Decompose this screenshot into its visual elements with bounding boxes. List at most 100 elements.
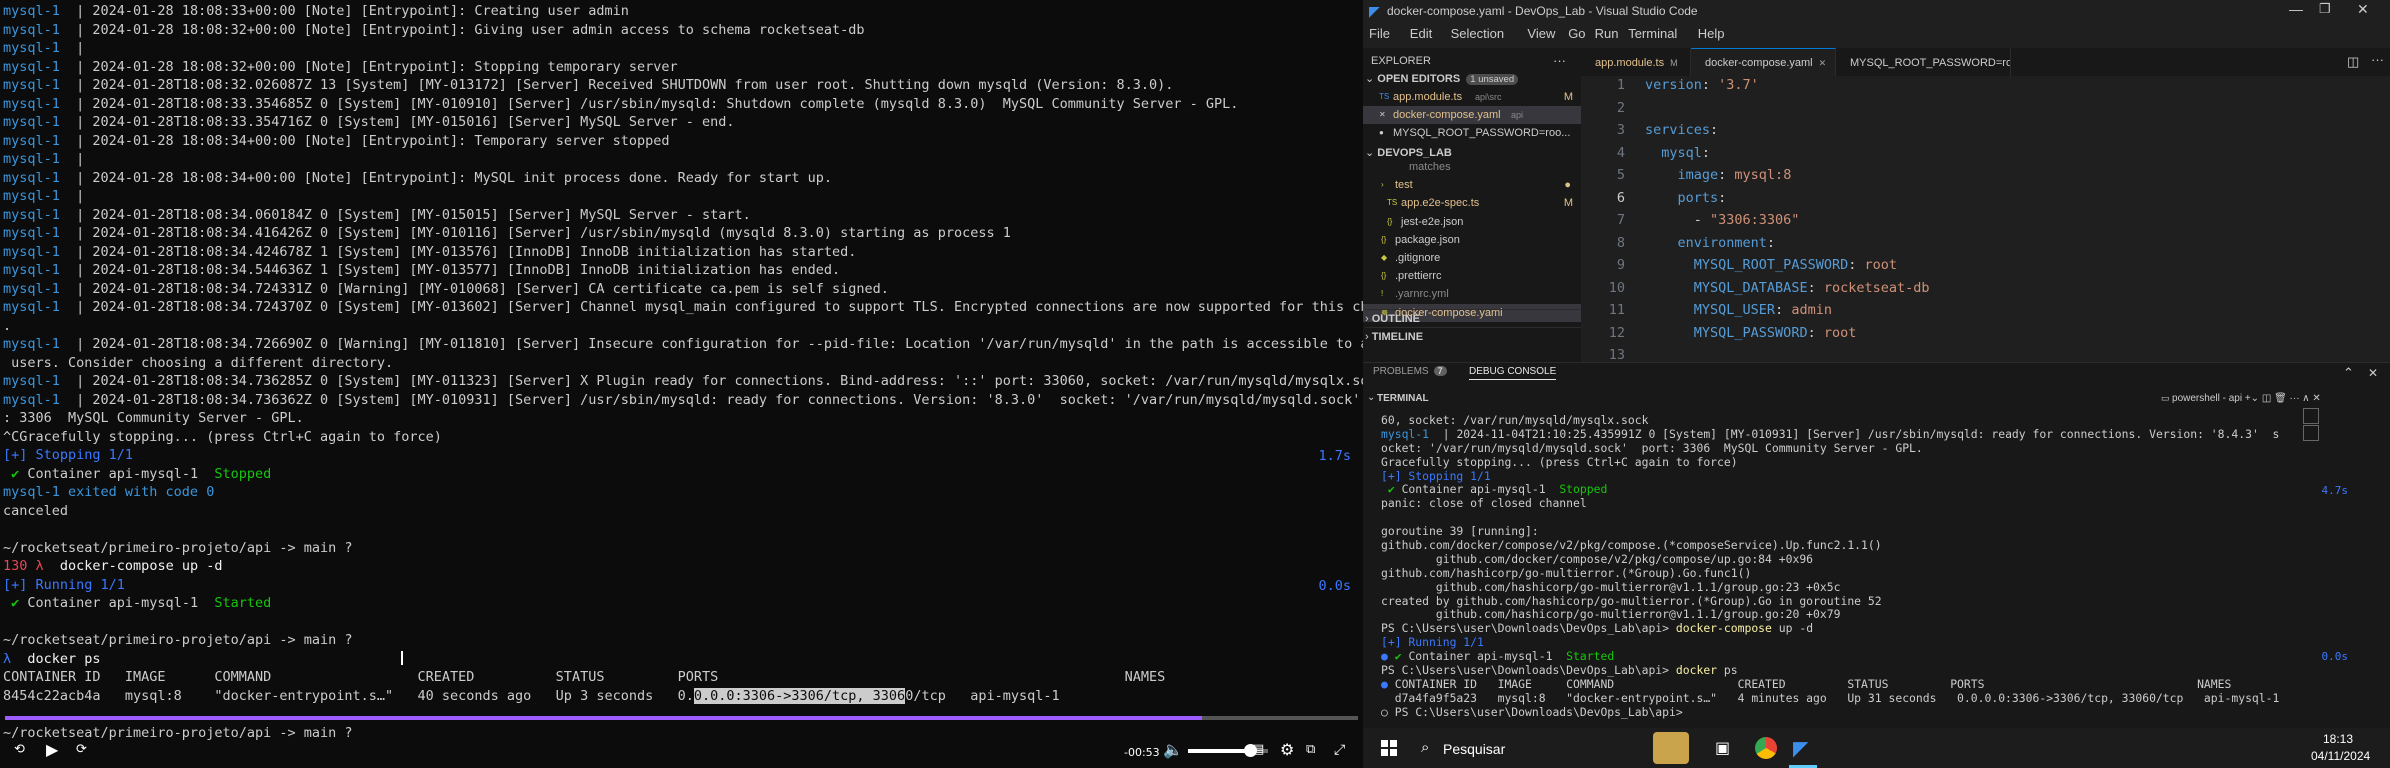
text-segment: github.com/hashicorp/go-multierror.(*Gro…	[1381, 565, 1752, 580]
text-segment: mysql-1	[3, 114, 77, 130]
explorer-title: EXPLORER	[1371, 55, 1431, 67]
pip-icon[interactable]: ⧉	[1306, 740, 1315, 760]
menu-item-go[interactable]: Go	[1568, 26, 1585, 41]
search-highlight-image[interactable]	[1653, 732, 1689, 764]
text-segment: mysql-1	[3, 40, 77, 56]
terminal-line: github.com/hashicorp/go-multierror@v1.1.…	[1381, 580, 2381, 595]
terminal-line: mysql-1 | 2024-01-28T18:08:34.726690Z 0 …	[3, 335, 1363, 354]
terminal-header: ⌄ TERMINAL ▭ powershell - api +⌄ ◫ 🗑 ···…	[1363, 389, 2390, 407]
panel-tab[interactable]: DEBUG CONSOLE	[1469, 366, 1557, 380]
tree-item[interactable]: matches	[1363, 158, 1581, 176]
text-segment: Gracefully stopping... (press Ctrl+C aga…	[1381, 454, 1738, 469]
code-text: - "3306:3306"	[1645, 209, 1800, 232]
text-segment	[1645, 145, 1661, 161]
tree-item[interactable]: {} jest-e2e.json	[1363, 213, 1581, 231]
timeline-header[interactable]: › TIMELINE	[1365, 327, 1581, 346]
settings-icon[interactable]: ⚙	[1280, 740, 1294, 760]
file-icon: ›	[1381, 180, 1384, 190]
rewind-10-icon[interactable]: ⟲	[14, 740, 25, 760]
code-editor[interactable]: 1 version: '3.7' 2 3 services: 4 mysql: 5 imag…	[1581, 74, 2390, 362]
text-segment: | 2024-01-28T18:08:34.060184Z 0 [System]…	[76, 206, 751, 223]
open-editors-label: OPEN EDITORS	[1377, 73, 1461, 85]
tree-item[interactable]: ! .yarnrc.yml	[1363, 285, 1581, 303]
tree-item[interactable]: TS app.e2e-spec.ts M	[1363, 194, 1581, 212]
play-icon[interactable]: ▶	[46, 740, 58, 760]
split-editor-icon[interactable]: ◫	[2347, 54, 2359, 70]
open-editor-item[interactable]: TS app.module.ts api\src M	[1363, 88, 1581, 106]
text-segment: environment	[1677, 234, 1767, 251]
tree-item[interactable]: › test ●	[1363, 176, 1581, 194]
terminal-line: mysql-1 | 2024-01-28T18:08:34.544636Z 1 …	[3, 261, 1363, 280]
chrome-icon[interactable]	[1755, 737, 1777, 759]
menu-item-terminal[interactable]: Terminal	[1628, 26, 1677, 41]
line-number: 6	[1616, 189, 1625, 206]
text-segment: | 2024-01-28T18:08:34.424678Z 1 [System]…	[76, 243, 857, 260]
text-segment: users. Consider choosing a different dir…	[3, 354, 394, 371]
panel-tab[interactable]: PROBLEMS 7	[1373, 366, 1447, 377]
tree-item[interactable]: ◆ .gitignore	[1363, 249, 1581, 267]
text-segment: root	[1864, 257, 1897, 273]
maximize-panel-icon[interactable]: ⌃	[2343, 366, 2354, 381]
text-segment: docker-compose	[1675, 621, 1772, 636]
maximize-icon[interactable]: ❐	[2319, 1, 2331, 17]
captions-icon[interactable]: ▤	[1252, 740, 1264, 760]
open-editor-item[interactable]: ✕ docker-compose.yaml api	[1363, 106, 1581, 124]
task-view-icon[interactable]: ▣	[1715, 738, 1730, 757]
editor-tab[interactable]: app.module.ts M	[1581, 48, 1691, 76]
text-segment: Stopped	[1559, 482, 1608, 497]
clock-time: 18:13	[2323, 732, 2354, 746]
file-name: jest-e2e.json	[1401, 215, 1464, 228]
windows-start-icon[interactable]	[1381, 740, 1397, 756]
close-panel-icon[interactable]: ✕	[2368, 366, 2378, 380]
terminal-line: mysql-1 | 2024-01-28T18:08:33.354716Z 0 …	[3, 113, 1363, 132]
terminal-instance-icon[interactable]	[2303, 425, 2319, 441]
text-segment: services	[1645, 122, 1711, 138]
terminal-instance-icon[interactable]	[2303, 408, 2319, 424]
text-segment: d7a4fa9f5a23 mysql:8 "docker-entrypoint.…	[1381, 690, 2280, 705]
menu-item-run[interactable]: Run	[1595, 26, 1619, 41]
menu-item-selection[interactable]: Selection	[1451, 26, 1504, 41]
text-segment: :	[1718, 167, 1735, 183]
integrated-terminal-output[interactable]: 60, socket: /var/run/mysqld/mysqlx.sock m…	[1381, 414, 2381, 720]
more-actions-icon[interactable]: ···	[2371, 52, 2384, 67]
menu-item-edit[interactable]: Edit	[1410, 26, 1432, 41]
terminal-line: mysql-1 | 2024-01-28T18:08:34.736285Z 0 …	[3, 372, 1363, 391]
video-progress-bar[interactable]	[5, 716, 1358, 720]
open-editors-header[interactable]: ⌄ OPEN EDITORS 1 unsaved	[1365, 70, 1581, 88]
minimize-icon[interactable]: —	[2289, 1, 2303, 17]
tree-item[interactable]: {} package.json	[1363, 231, 1581, 249]
open-editor-item[interactable]: ● MYSQL_ROOT_PASSWORD=roo...	[1363, 124, 1581, 142]
search-placeholder: Pesquisar	[1443, 741, 1506, 757]
terminal-line: canceled	[3, 502, 1363, 521]
taskbar-search[interactable]: ⌕ Pesquisar	[1415, 732, 1655, 764]
fullscreen-icon[interactable]: ⤢	[1334, 740, 1345, 760]
shell-selector[interactable]: ▭ powershell - api +⌄ ◫ 🗑 ··· ∧ ✕	[2161, 393, 2321, 404]
terminal-line: ~/rocketseat/primeiro-projeto/api -> mai…	[3, 631, 1363, 650]
editor-tab[interactable]: docker-compose.yaml ✕	[1691, 48, 1836, 76]
vscode-taskbar-icon[interactable]: ◤	[1793, 736, 1808, 761]
menu-item-view[interactable]: View	[1527, 26, 1555, 41]
clock-date: 04/11/2024	[2311, 749, 2371, 763]
menu-item-help[interactable]: Help	[1698, 26, 1725, 41]
text-segment: ✔	[3, 465, 28, 482]
outline-header[interactable]: › OUTLINE	[1365, 309, 1581, 328]
editor-tab[interactable]: MYSQL_ROOT_PASSWORD=rootUntitled-1 ●	[1836, 48, 2011, 76]
text-segment: mysql-1	[3, 243, 77, 260]
more-actions-icon[interactable]: ···	[1553, 52, 1581, 70]
menu-item-file[interactable]: File	[1369, 26, 1390, 41]
editor-area: app.module.ts Mdocker-compose.yaml ✕ MYSQL_…	[1581, 48, 2390, 362]
text-segment: :	[1718, 189, 1727, 206]
terminal-line: ● CONTAINER ID IMAGE COMMAND CREATED STA…	[1381, 677, 2381, 692]
close-icon[interactable]: ✕	[2357, 1, 2369, 18]
chevron-down-icon: ⌄	[1367, 392, 1376, 403]
terminal-icon: ▭	[2161, 393, 2173, 403]
terminal-line: ✔ Container api-mysql-1 Started	[3, 594, 1363, 613]
tree-item[interactable]: {} .prettierrc	[1363, 267, 1581, 285]
terminal-line: d7a4fa9f5a23 mysql:8 "docker-entrypoint.…	[1381, 690, 2381, 706]
volume-icon[interactable]: 🔈	[1163, 740, 1183, 760]
chevron-right-icon: ›	[1365, 331, 1369, 343]
forward-10-icon[interactable]: ⟳	[76, 740, 87, 760]
code-line: 6 ports:	[1581, 187, 2390, 210]
text-segment: | 2024-01-28 18:08:32+00:00 [Note] [Entr…	[76, 21, 865, 38]
line-number: 2	[1616, 99, 1625, 116]
